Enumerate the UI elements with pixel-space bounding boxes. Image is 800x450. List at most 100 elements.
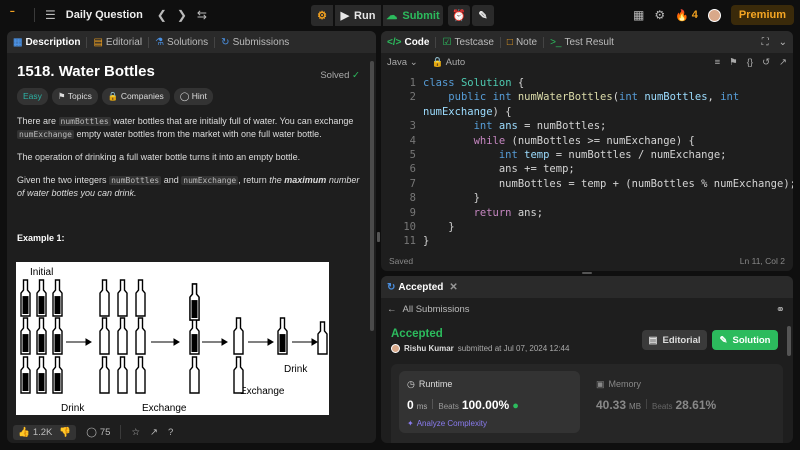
result-scrollbar[interactable] [787, 326, 791, 356]
settings-gear-icon[interactable]: ⚙ [654, 8, 665, 22]
line-number: 4 [409, 134, 416, 147]
run-button[interactable]: ▶ Run [335, 5, 381, 26]
braces-icon[interactable]: {} [747, 57, 753, 68]
problem-list-title[interactable]: Daily Question [66, 9, 143, 21]
runtime-value: 0 [407, 398, 414, 412]
line-number: 10 [403, 221, 416, 233]
reset-icon[interactable]: ↺ [762, 57, 770, 68]
submission-author: Rishu Kumar submitted at Jul 07, 2024 12… [391, 344, 569, 353]
auto-mode[interactable]: 🔒 Auto [432, 57, 466, 68]
difficulty-badge: Easy [17, 88, 48, 105]
problem-list-icon[interactable]: ☰ [45, 8, 56, 22]
tag-icon: ⚑ [57, 91, 66, 101]
description-paragraph: Given the two integers numBottles and nu… [17, 175, 360, 198]
submit-button[interactable]: ☁ Submit [383, 5, 443, 26]
lock-icon: 🔒 [107, 91, 119, 101]
next-problem-icon[interactable]: ❯ [177, 8, 187, 22]
figure-label-drink-right: Drink [284, 364, 308, 375]
document-icon: ▦ [13, 36, 23, 48]
comment-icon: ◯ [86, 426, 97, 438]
expand-icon[interactable]: ↗ [779, 57, 787, 68]
collapse-icon[interactable]: ⌄ [779, 37, 787, 48]
code-icon: </> [387, 36, 402, 48]
tab-note[interactable]: □ Note [507, 37, 537, 48]
language-select[interactable]: Java ⌄ [387, 57, 418, 68]
vertical-splitter[interactable] [377, 232, 380, 242]
figure-label-exchange: Exchange [142, 403, 187, 414]
tab-submissions[interactable]: ↻ Submissions [221, 37, 289, 48]
runtime-beats: 100.00% [461, 398, 510, 412]
share-icon[interactable]: ↗ [150, 427, 158, 438]
layout-grid-icon[interactable]: ▦ [633, 8, 644, 22]
fullscreen-icon[interactable]: ⛶ [762, 37, 769, 48]
leetcode-logo[interactable]: ˉ [10, 7, 24, 23]
prev-problem-icon[interactable]: ❮ [157, 8, 167, 22]
debug-button[interactable]: ⚙ [311, 5, 333, 26]
solution-button[interactable]: ✎ Solution [712, 330, 778, 350]
memory-label: Memory [608, 379, 642, 389]
notes-button[interactable]: ✎ [472, 5, 494, 26]
tab-solutions[interactable]: ⚗ Solutions [155, 37, 208, 48]
description-paragraph: There are numBottles water bottles that … [17, 116, 354, 139]
star-icon[interactable]: ☆ [131, 427, 140, 438]
help-icon[interactable]: ? [168, 427, 173, 438]
history-icon: ↻ [221, 36, 230, 48]
shuffle-icon[interactable]: ⇆ [197, 8, 207, 22]
tab-editorial[interactable]: ▤ Editorial [93, 37, 142, 48]
like-button[interactable]: 👍 1.2K 👎 [13, 424, 77, 440]
tab-test-result[interactable]: >_ Test Result [550, 37, 614, 48]
timer-button[interactable]: ⏰ [448, 5, 470, 26]
editorial-button[interactable]: ▤ Editorial [642, 330, 707, 350]
description-scrollbar[interactable] [370, 61, 374, 331]
description-footer: 👍 1.2K 👎 ◯ 75 ☆ ↗ ? [7, 421, 376, 443]
note-icon: □ [506, 36, 513, 48]
memory-value: 40.33 [596, 398, 627, 412]
topics-tag[interactable]: ⚑ Topics [51, 88, 98, 105]
cloud-upload-icon: ☁ [386, 10, 398, 22]
format-icon[interactable]: ≡ [715, 57, 721, 68]
tab-accepted[interactable]: ↻ Accepted ✕ [387, 282, 458, 293]
memory-card[interactable]: ▣ Memory 40.33 MB Beats 28.61% [588, 371, 768, 433]
link-icon[interactable]: ⚭ [776, 303, 785, 316]
tab-testcase[interactable]: ☑ Testcase [442, 37, 493, 48]
back-link[interactable]: ← All Submissions [387, 304, 470, 315]
cursor-position: Ln 11, Col 2 [739, 256, 785, 266]
tab-code[interactable]: </> Code [387, 37, 429, 48]
tab-description[interactable]: ▦ Description [13, 37, 80, 48]
problem-description: 1518. Water Bottles Easy ⚑ Topics 🔒 Comp… [7, 53, 376, 253]
bookmark-icon[interactable]: ⚑ [729, 57, 738, 68]
fire-icon: 🔥 [675, 9, 689, 22]
edit-icon: ✎ [719, 334, 728, 346]
comments-button[interactable]: ◯ 75 [86, 427, 110, 438]
companies-tag[interactable]: 🔒 Companies [101, 88, 170, 105]
close-icon[interactable]: ✕ [449, 282, 457, 293]
figure-label-exchange-mid: Exchange [240, 386, 285, 397]
checkbox-icon: ☑ [442, 36, 452, 48]
trophy-icon: ● [512, 400, 519, 412]
line-number: 11 [403, 235, 416, 246]
streak-counter[interactable]: 🔥 4 [675, 9, 698, 22]
horizontal-splitter[interactable] [582, 272, 592, 274]
editor-toolbar: Java ⌄ 🔒 Auto ≡ ⚑ {} ↺ ↗ [381, 53, 793, 71]
premium-button[interactable]: Premium [730, 5, 794, 25]
line-number: 6 [409, 163, 416, 176]
book-icon: ▤ [648, 334, 658, 346]
runtime-card[interactable]: ◷ Runtime 0 ms Beats 100.00% ● ✦ Analyze C… [399, 371, 580, 433]
user-avatar[interactable] [707, 8, 721, 22]
thumbs-up-icon: 👍 [18, 426, 30, 438]
analyze-complexity-link[interactable]: ✦ Analyze Complexity [407, 419, 572, 428]
arrow-left-icon: ← [387, 304, 397, 315]
result-tabs: ↻ Accepted ✕ [381, 276, 793, 298]
code-editor[interactable]: 1 2 3 4 5 6 7 8 9 10 11 class Solution { public in… [381, 76, 793, 246]
thumbs-down-icon[interactable]: 👎 [59, 427, 71, 438]
result-panel: ↻ Accepted ✕ ← All Submissions ⚭ Accepted … [381, 276, 793, 443]
hint-tag[interactable]: ◯ Hint [173, 88, 213, 105]
memory-beats: 28.61% [675, 398, 717, 412]
figure-label-initial: Initial [30, 267, 53, 278]
figure-label-drink: Drink [61, 403, 85, 414]
problem-tags: Easy ⚑ Topics 🔒 Companies ◯ Hint [17, 88, 366, 105]
flask-icon: ⚗ [155, 36, 165, 48]
top-bar: ˉ ☰ Daily Question ❮ ❯ ⇆ ⚙ ▶ Run ☁ Submi… [0, 0, 800, 30]
problem-title[interactable]: 1518. Water Bottles [17, 64, 366, 79]
line-number: 2 [409, 91, 416, 104]
